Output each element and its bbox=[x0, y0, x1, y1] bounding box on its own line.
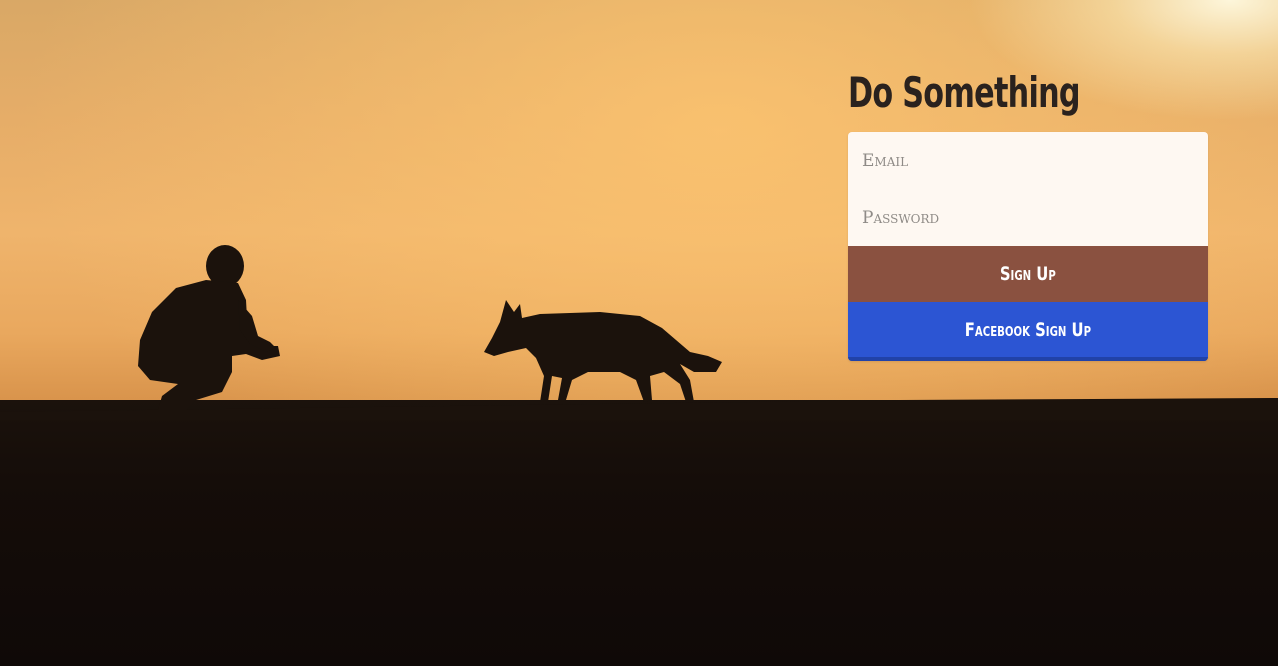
signup-button[interactable]: Sign Up bbox=[848, 246, 1208, 302]
page-title: Do Something bbox=[848, 68, 1081, 117]
password-input[interactable] bbox=[848, 189, 1208, 246]
facebook-signup-button[interactable]: Facebook Sign Up bbox=[848, 302, 1208, 361]
signup-form: Sign Up Facebook Sign Up bbox=[848, 132, 1208, 361]
facebook-signup-button-label: Facebook Sign Up bbox=[964, 318, 1092, 341]
person-silhouette bbox=[138, 245, 280, 410]
email-input[interactable] bbox=[848, 132, 1208, 189]
signup-button-label: Sign Up bbox=[1000, 263, 1056, 285]
dog-silhouette bbox=[484, 300, 722, 402]
